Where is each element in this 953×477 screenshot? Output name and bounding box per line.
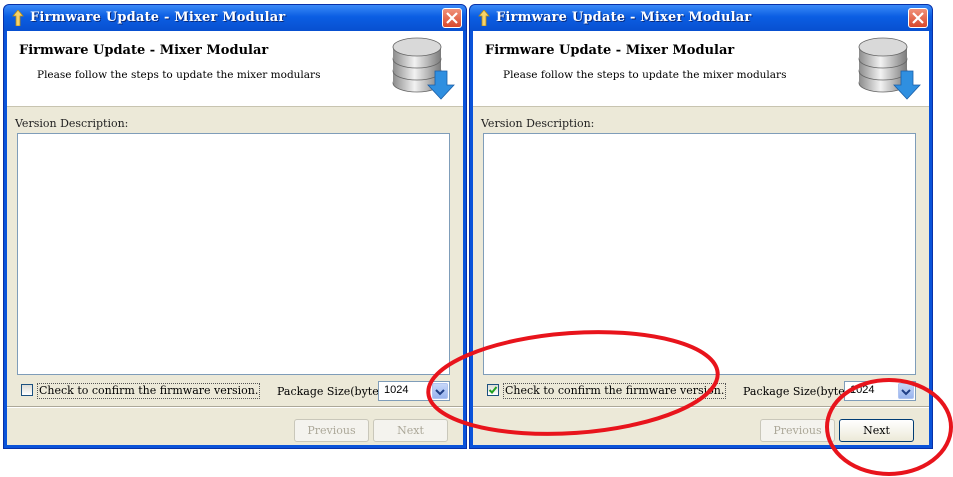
previous-button[interactable]: Previous <box>294 419 369 442</box>
chevron-down-icon <box>435 389 445 396</box>
dialog-body: Firmware Update - Mixer Modular Please f… <box>7 31 463 445</box>
package-size-label: Package Size(byte): <box>277 385 387 398</box>
firmware-update-window-left: Firmware Update - Mixer Modular Firmware… <box>3 4 467 449</box>
close-icon <box>446 12 458 24</box>
close-button[interactable] <box>442 8 462 28</box>
header-title: Firmware Update - Mixer Modular <box>19 43 269 58</box>
package-size-value: 1024 <box>850 384 875 396</box>
wizard-header: Firmware Update - Mixer Modular Please f… <box>473 31 929 107</box>
version-description-textarea[interactable] <box>483 133 916 375</box>
package-size-dropdown-button[interactable] <box>432 383 448 399</box>
confirm-checkbox[interactable] <box>21 384 33 396</box>
database-download-icon <box>392 37 455 100</box>
package-size-value: 1024 <box>384 384 409 396</box>
header-title: Firmware Update - Mixer Modular <box>485 43 735 58</box>
window-title: Firmware Update - Mixer Modular <box>30 10 286 25</box>
wizard-header: Firmware Update - Mixer Modular Please f… <box>7 31 463 107</box>
window-title: Firmware Update - Mixer Modular <box>496 10 752 25</box>
chevron-down-icon <box>901 389 911 396</box>
version-description-label: Version Description: <box>15 117 129 130</box>
footer-divider <box>473 406 929 408</box>
close-button[interactable] <box>908 8 928 28</box>
footer-divider <box>7 406 463 408</box>
title-bar[interactable]: Firmware Update - Mixer Modular <box>470 5 932 31</box>
next-button[interactable]: Next <box>373 419 448 442</box>
firmware-update-window-right: Firmware Update - Mixer Modular Firmware… <box>469 4 933 449</box>
update-arrow-icon <box>478 10 490 26</box>
package-size-label: Package Size(byte): <box>743 385 853 398</box>
close-icon <box>912 12 924 24</box>
confirm-checkbox[interactable] <box>487 384 499 396</box>
header-subtitle: Please follow the steps to update the mi… <box>37 69 321 81</box>
package-size-select[interactable]: 1024 <box>378 381 450 401</box>
confirm-checkbox-label[interactable]: Check to confirm the firmware version. <box>503 383 727 399</box>
package-size-dropdown-button[interactable] <box>898 383 914 399</box>
checkmark-icon <box>488 386 498 394</box>
next-button[interactable]: Next <box>839 419 914 442</box>
package-size-select[interactable]: 1024 <box>844 381 916 401</box>
database-download-icon <box>858 37 921 100</box>
previous-button[interactable]: Previous <box>760 419 835 442</box>
header-subtitle: Please follow the steps to update the mi… <box>503 69 787 81</box>
title-bar[interactable]: Firmware Update - Mixer Modular <box>4 5 466 31</box>
version-description-textarea[interactable] <box>17 133 450 375</box>
dialog-body: Firmware Update - Mixer Modular Please f… <box>473 31 929 445</box>
version-description-label: Version Description: <box>481 117 595 130</box>
update-arrow-icon <box>12 10 24 26</box>
confirm-checkbox-label[interactable]: Check to confirm the firmware version. <box>37 383 261 399</box>
